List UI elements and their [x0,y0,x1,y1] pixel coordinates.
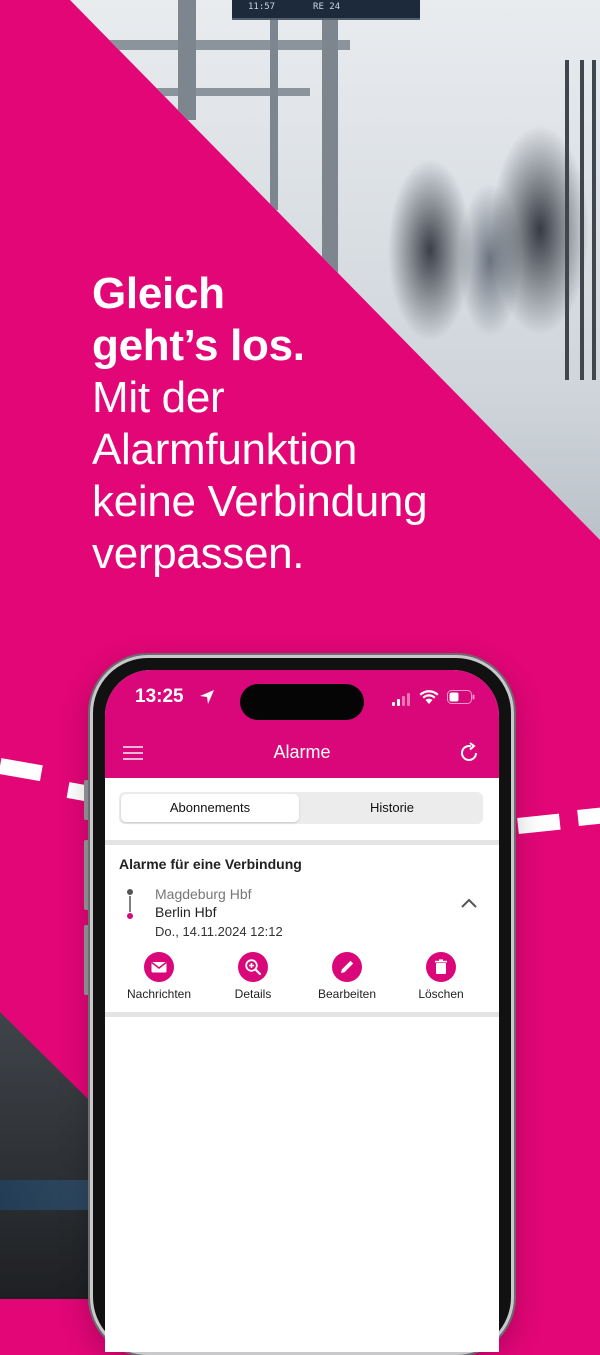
route-icon [127,889,133,919]
tab-switcher: Abonnements Historie [119,792,483,824]
messages-button-label: Nachrichten [126,987,192,1001]
messages-button[interactable]: Nachrichten [113,952,205,1001]
cellular-signal-icon [392,693,410,706]
phone-volume-down-button [84,925,89,995]
battery-icon [447,690,475,704]
headline-line: Alarmfunktion [92,425,358,474]
messages-button-circle [144,952,174,982]
action-bar: Nachrichten Details Bearbeiten Löschen [105,952,499,1008]
edit-button-label: Bearbeiten [317,987,377,1001]
platform-pole [270,0,278,210]
tab-abonnements[interactable]: Abonnements [121,794,299,822]
chevron-up-icon[interactable] [461,898,477,908]
connection-datetime: Do., 14.11.2024 12:12 [155,924,283,939]
status-bar: 13:25 [105,670,499,732]
departure-board-time: 11:57 [248,2,276,12]
section-divider [105,1012,499,1017]
delete-button-label: Löschen [418,987,464,1001]
phone-action-button [84,780,89,820]
headline: Gleich geht’s los. Mit der Alarmfunktion… [92,268,572,580]
zoom-in-icon [245,959,262,976]
pencil-icon [341,960,354,973]
to-station: Berlin Hbf [155,904,217,920]
status-time: 13:25 [135,686,184,707]
mail-icon [151,961,167,973]
details-button[interactable]: Details [207,952,299,1001]
delete-button-circle [426,952,456,982]
platform-pole [178,0,196,120]
phone-volume-up-button [84,840,89,910]
section-divider [105,840,499,845]
delete-button[interactable]: Löschen [395,952,487,1001]
details-button-circle [238,952,268,982]
trash-icon [435,959,447,974]
phone-screen: 13:25 Alarme Abonnements Historie Alarme… [105,670,499,1352]
dashed-line-segment [0,758,43,782]
departure-board-train: RE 24 [313,2,341,12]
edit-button[interactable]: Bearbeiten [301,952,393,1001]
dynamic-island [240,684,364,720]
app-bar: Alarme [105,732,499,778]
railing [592,60,596,380]
tab-historie[interactable]: Historie [303,794,481,822]
app-bar-title: Alarme [273,742,331,762]
headline-line: Mit der [92,373,225,422]
headline-line: keine Verbindung [92,477,428,526]
platform-pole [322,0,338,300]
departure-board: 11:57 RE 24 [232,0,420,20]
canopy-beam [110,88,310,96]
wifi-icon [419,690,439,704]
dashed-line-segment [517,813,561,834]
headline-line: verpassen. [92,529,305,578]
canopy-beam [90,40,350,50]
phone-mockup: 13:25 Alarme Abonnements Historie Alarme… [90,655,514,1355]
from-station: Magdeburg Hbf [155,886,252,902]
refresh-icon[interactable] [457,741,481,765]
location-arrow-icon [200,690,214,704]
headline-bold-line: geht’s los. [92,321,305,370]
railing [580,60,584,380]
headline-bold-line: Gleich [92,269,225,318]
dashed-line-segment [577,807,600,826]
edit-button-circle [332,952,362,982]
section-title: Alarme für eine Verbindung [119,856,302,872]
details-button-label: Details [234,987,272,1001]
